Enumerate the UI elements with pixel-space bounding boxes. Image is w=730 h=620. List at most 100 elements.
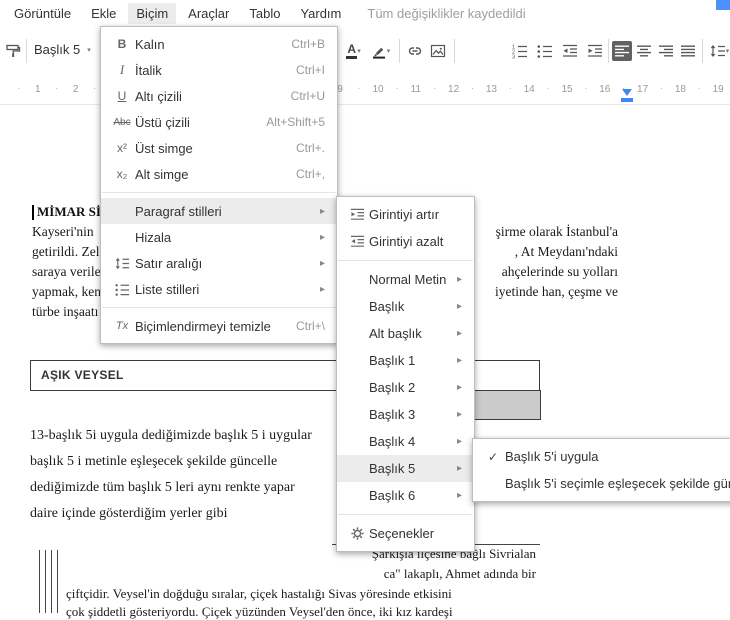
menu-item-hizala[interactable]: Hizala ▸ [101, 224, 337, 250]
submenu-arrow-icon: ▸ [319, 283, 325, 295]
menu-item-baslik-1[interactable]: Başlık 1 ▸ [337, 347, 474, 374]
submenu-arrow-icon: ▸ [456, 490, 462, 501]
share-button-fragment[interactable] [716, 0, 730, 10]
text-color-icon[interactable]: A ▾ [340, 41, 367, 61]
chevron-down-icon: ▾ [725, 48, 730, 55]
submenu-arrow-icon: ▸ [456, 301, 462, 312]
menu-item-shortcut: Ctrl+, [295, 167, 325, 181]
menu-item-shortcut: Ctrl+I [295, 63, 325, 77]
styles-dropdown-label: Başlık 5 [34, 42, 81, 57]
doc-body-line: yapmak, ken [32, 284, 101, 299]
submenu-arrow-icon: ▸ [456, 463, 462, 474]
menu-tablo[interactable]: Tablo [241, 3, 288, 24]
toolbar-separator [26, 39, 27, 63]
highlight-color-icon[interactable]: ▾ [367, 41, 394, 61]
bulleted-list-icon[interactable] [535, 41, 555, 61]
doc-body-line: saraya verile [32, 264, 101, 279]
doc-body-line: şirme olarak İstanbul'a [495, 224, 618, 239]
menu-item-label: Paragraf stilleri [135, 203, 222, 219]
table-border-line [39, 550, 40, 613]
menu-yardim[interactable]: Yardım [292, 3, 349, 24]
menu-item-baslik-6[interactable]: Başlık 6 ▸ [337, 482, 474, 509]
menu-item-label: Girintiyi azalt [369, 234, 444, 249]
menu-separator [338, 260, 473, 261]
menu-item-bicimlendirmeyi-temizle[interactable]: Tx Biçimlendirmeyi temizle Ctrl+\ [101, 313, 337, 339]
menu-item-baslik5-guncelle[interactable]: Başlık 5'i seçimle eşleşecek şekilde gün… [473, 470, 730, 497]
submenu-arrow-icon: ▸ [456, 436, 462, 447]
menu-item-baslik[interactable]: Başlık ▸ [337, 293, 474, 320]
menu-item-girintiyi-azalt[interactable]: Girintiyi azalt [337, 228, 474, 255]
toolbar-separator [454, 39, 455, 63]
menu-item-baslik-4[interactable]: Başlık 4 ▸ [337, 428, 474, 455]
menu-item-label: Başlık 5'i uygula [505, 449, 599, 464]
insert-image-icon[interactable] [428, 41, 448, 61]
increase-indent-icon[interactable] [585, 41, 605, 61]
menu-item-label: Başlık 1 [369, 353, 416, 368]
menu-item-alti-cizili[interactable]: U Altı çizili Ctrl+U [101, 83, 337, 109]
menu-goruntule[interactable]: Görüntüle [6, 3, 79, 24]
menu-separator [102, 307, 336, 308]
menu-item-shortcut: Ctrl+. [295, 141, 325, 155]
menu-item-label: Seçenekler [369, 526, 435, 541]
chevron-down-icon: ▾ [87, 46, 91, 54]
right-margin-marker[interactable] [621, 98, 633, 102]
align-right-icon[interactable] [656, 41, 676, 61]
check-icon: ✓ [487, 449, 499, 464]
toolbar-separator [399, 39, 400, 63]
menu-item-italik[interactable]: I İtalik Ctrl+I [101, 57, 337, 83]
menu-item-baslik-3[interactable]: Başlık 3 ▸ [337, 401, 474, 428]
doc-bio-line: ca" lakaplı, Ahmet adında bir [383, 566, 536, 581]
menu-item-secenekler[interactable]: Seçenekler [337, 520, 474, 547]
menu-item-liste-stilleri[interactable]: Liste stilleri ▸ [101, 276, 337, 302]
numbered-list-icon[interactable]: 123 [510, 41, 530, 61]
chevron-down-icon: ▾ [357, 48, 361, 55]
menu-item-label: Biçimlendirmeyi temizle [135, 318, 271, 334]
align-center-icon[interactable] [634, 41, 654, 61]
underline-icon: U [117, 89, 127, 103]
paint-format-icon[interactable] [3, 41, 23, 61]
menu-item-kalin[interactable]: B Kalın Ctrl+B [101, 31, 337, 57]
menu-item-label: Liste stilleri [135, 281, 200, 297]
menu-item-baslik-5[interactable]: Başlık 5 ▸ [337, 455, 474, 482]
table-border-line [51, 550, 52, 613]
menu-item-label: Altı çizili [135, 88, 182, 104]
menu-item-girintiyi-artir[interactable]: Girintiyi artır [337, 201, 474, 228]
menu-item-label: Alt simge [135, 166, 189, 182]
menu-item-label: İtalik [135, 62, 162, 78]
submenu-arrow-icon: ▸ [319, 231, 325, 243]
submenu-arrow-icon: ▸ [319, 205, 325, 217]
doc-bio-line: çiftçidir. Veysel'in doğduğu sıralar, çi… [66, 586, 452, 601]
menu-item-baslik-2[interactable]: Başlık 2 ▸ [337, 374, 474, 401]
menu-bar: Görüntüle Ekle Biçim Araçlar Tablo Yardı… [0, 0, 730, 26]
menu-bicim[interactable]: Biçim [128, 2, 177, 24]
heading5-submenu: ✓ Başlık 5'i uygula Başlık 5'i seçimle e… [472, 438, 730, 502]
decrease-indent-icon[interactable] [560, 41, 580, 61]
menu-item-label: Üstü çizili [135, 114, 190, 130]
menu-ekle[interactable]: Ekle [83, 3, 124, 24]
right-indent-marker[interactable] [622, 89, 632, 96]
menu-item-paragraf-stilleri[interactable]: Paragraf stilleri ▸ [101, 198, 337, 224]
svg-text:3: 3 [512, 55, 515, 60]
submenu-arrow-icon: ▸ [456, 382, 462, 393]
menu-item-satir-araligi[interactable]: Satır aralığı ▸ [101, 250, 337, 276]
menu-item-alt-baslik[interactable]: Alt başlık ▸ [337, 320, 474, 347]
styles-dropdown[interactable]: Başlık 5 ▾ [34, 42, 91, 57]
menu-item-label: Girintiyi artır [369, 207, 440, 222]
menu-item-shortcut: Ctrl+U [290, 89, 325, 103]
paragraph-styles-submenu: Girintiyi artır Girintiyi azalt Normal M… [336, 196, 475, 552]
menu-item-alt-simge[interactable]: x₂ Alt simge Ctrl+, [101, 161, 337, 187]
menu-item-normal-metin[interactable]: Normal Metin ▸ [337, 266, 474, 293]
superscript-icon: x² [117, 141, 127, 155]
doc-body-line: getirildi. Zel [32, 244, 100, 259]
menu-item-ustu-cizili[interactable]: Abc Üstü çizili Alt+Shift+5 [101, 109, 337, 135]
doc-body-line: Kayseri'nin [32, 224, 94, 239]
line-spacing-icon[interactable]: ▾ [706, 41, 730, 61]
submenu-arrow-icon: ▸ [456, 409, 462, 420]
menu-araclar[interactable]: Araçlar [180, 3, 237, 24]
doc-bio-line: çok şiddetli gösteriyordu. Çiçek yüzünde… [66, 604, 453, 619]
align-left-icon[interactable] [612, 41, 632, 61]
menu-item-ust-simge[interactable]: x² Üst simge Ctrl+. [101, 135, 337, 161]
align-justify-icon[interactable] [678, 41, 698, 61]
menu-item-baslik5-uygula[interactable]: ✓ Başlık 5'i uygula [473, 443, 730, 470]
insert-link-icon[interactable] [405, 41, 425, 61]
